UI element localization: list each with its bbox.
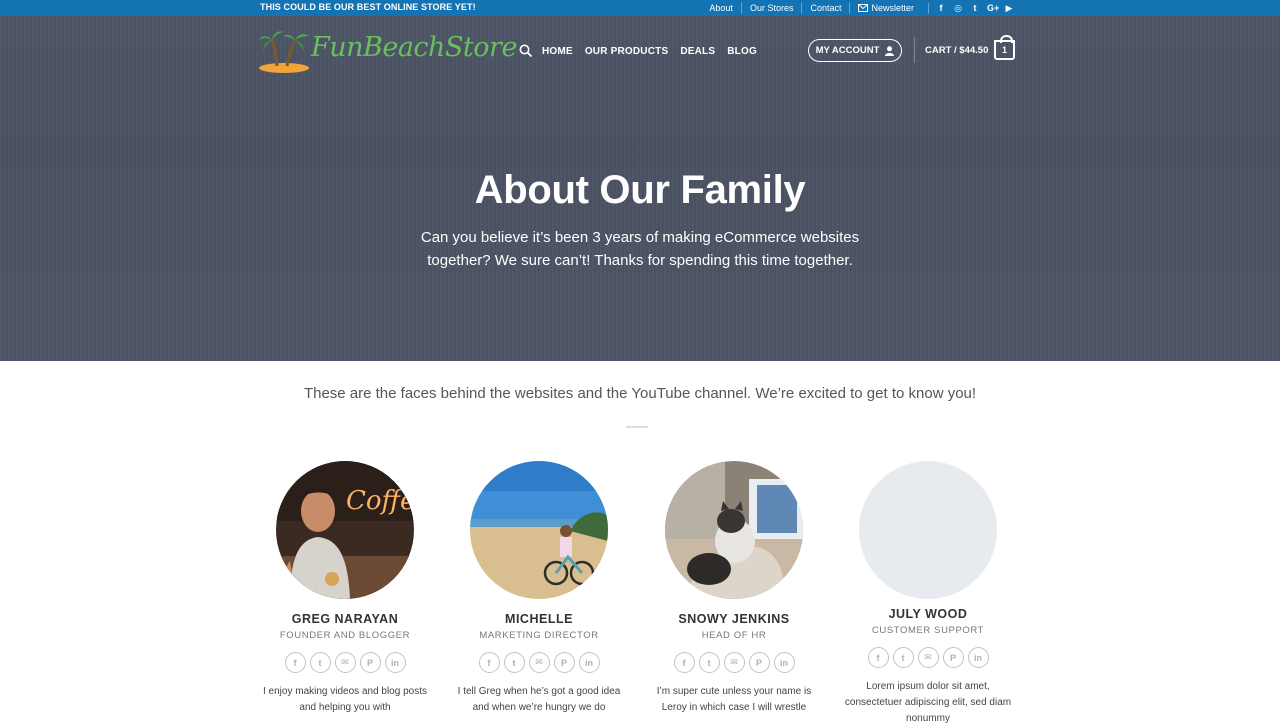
- cart-link[interactable]: CART / $44.50: [925, 45, 988, 56]
- twitter-icon[interactable]: t: [892, 647, 914, 668]
- top-link-about[interactable]: About: [701, 2, 742, 14]
- google-plus-icon[interactable]: G+: [987, 3, 999, 14]
- member-photo-snowy: [665, 461, 803, 599]
- member-name: MICHELLE: [505, 612, 573, 626]
- email-icon[interactable]: ✉: [528, 652, 550, 673]
- envelope-icon: [858, 4, 869, 12]
- header-divider: [914, 37, 915, 63]
- member-socials: f t ✉ P in: [644, 652, 824, 673]
- pinterest-icon[interactable]: P: [942, 647, 964, 668]
- linkedin-icon[interactable]: in: [967, 647, 989, 668]
- palm-island-icon: [259, 31, 309, 73]
- member-photo-greg: Coffee: [276, 461, 414, 599]
- newsletter-label: Newsletter: [871, 3, 914, 13]
- page-title: About Our Family: [474, 168, 806, 212]
- nav-our-products[interactable]: OUR PRODUCTS: [585, 46, 669, 57]
- member-photo-michelle: [470, 461, 608, 599]
- linkedin-icon[interactable]: in: [773, 652, 795, 673]
- instagram-icon[interactable]: ◎: [953, 3, 963, 14]
- svg-text:Coffee: Coffee: [346, 486, 414, 516]
- facebook-icon[interactable]: f: [284, 652, 306, 673]
- logo-text: FunBeachStore: [311, 32, 517, 63]
- twitter-icon[interactable]: t: [309, 652, 331, 673]
- top-link-our-stores[interactable]: Our Stores: [742, 2, 803, 14]
- top-link-contact[interactable]: Contact: [802, 2, 851, 14]
- pinterest-icon[interactable]: P: [748, 652, 770, 673]
- member-socials: f t ✉ P in: [255, 652, 435, 673]
- twitter-icon[interactable]: t: [503, 652, 525, 673]
- facebook-icon[interactable]: f: [673, 652, 695, 673]
- email-icon[interactable]: ✉: [334, 652, 356, 673]
- facebook-icon[interactable]: f: [936, 3, 946, 14]
- member-photo-placeholder: [859, 461, 997, 599]
- user-icon: [885, 45, 895, 56]
- linkedin-icon[interactable]: in: [384, 652, 406, 673]
- linkedin-icon[interactable]: in: [578, 652, 600, 673]
- member-role: HEAD OF HR: [701, 630, 767, 641]
- cart-count: 1: [1001, 45, 1007, 55]
- member-bio: I tell Greg when he’s got a good idea an…: [457, 686, 621, 713]
- twitter-icon[interactable]: t: [698, 652, 720, 673]
- top-bar: THIS COULD BE OUR BEST ONLINE STORE YET!…: [0, 0, 1280, 16]
- member-socials: f t ✉ P in: [838, 647, 1018, 668]
- top-link-newsletter[interactable]: Newsletter: [850, 2, 922, 14]
- my-account-button[interactable]: MY ACCOUNT: [808, 39, 902, 62]
- facebook-icon[interactable]: f: [867, 647, 889, 668]
- promo-text: THIS COULD BE OUR BEST ONLINE STORE YET!: [260, 2, 476, 12]
- hero-subtitle: Can you believe it’s been 3 years of mak…: [420, 229, 860, 269]
- pinterest-icon[interactable]: P: [553, 652, 575, 673]
- cart-bag-icon[interactable]: 1: [994, 35, 1015, 60]
- twitter-icon[interactable]: t: [970, 3, 980, 14]
- member-role: CUSTOMER SUPPORT: [871, 625, 985, 636]
- nav-blog[interactable]: BLOG: [727, 46, 757, 57]
- pinterest-icon[interactable]: P: [359, 652, 381, 673]
- search-icon[interactable]: [519, 44, 533, 58]
- intro-divider: [626, 426, 648, 428]
- member-bio: I enjoy making videos and blog posts and…: [263, 686, 427, 713]
- intro-text: These are the faces behind the websites …: [303, 385, 977, 402]
- email-icon[interactable]: ✉: [917, 647, 939, 668]
- member-socials: f t ✉ P in: [449, 652, 629, 673]
- top-links: About Our Stores Contact Newsletter f ◎ …: [701, 0, 1014, 16]
- main-nav: HOME OUR PRODUCTS DEALS BLOG: [519, 44, 769, 58]
- member-bio: I’m super cute unless your name is Leroy…: [656, 686, 812, 713]
- facebook-icon[interactable]: f: [478, 652, 500, 673]
- email-icon[interactable]: ✉: [723, 652, 745, 673]
- top-social-icons: f ◎ t G+ ▶: [928, 2, 1014, 14]
- member-role: MARKETING DIRECTOR: [479, 630, 599, 641]
- member-name: JULY WOOD: [888, 607, 968, 621]
- site-logo[interactable]: FunBeachStore: [259, 28, 517, 74]
- member-name: GREG NARAYAN: [291, 612, 399, 626]
- member-role: FOUNDER AND BLOGGER: [279, 630, 411, 641]
- my-account-label: MY ACCOUNT: [815, 45, 880, 56]
- nav-home[interactable]: HOME: [542, 46, 573, 57]
- nav-deals[interactable]: DEALS: [680, 46, 715, 57]
- youtube-icon[interactable]: ▶: [1004, 3, 1014, 14]
- member-name: SNOWY JENKINS: [678, 612, 790, 626]
